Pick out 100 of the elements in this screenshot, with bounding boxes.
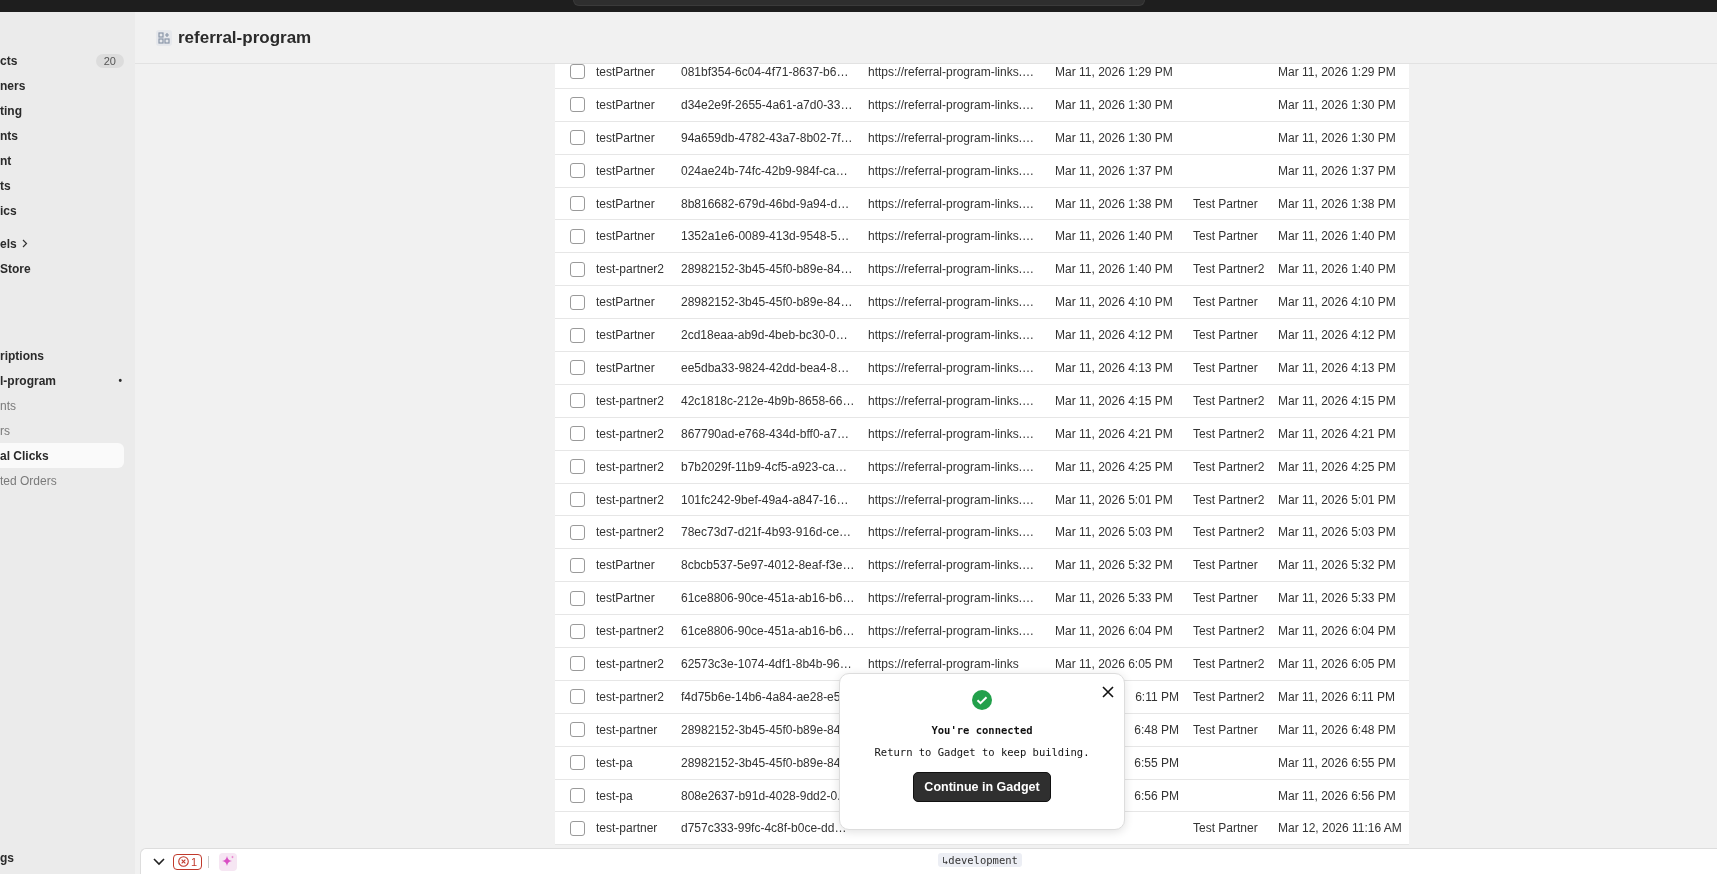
table-cell: 867790ad-e768-434d-bff0-a7… bbox=[681, 426, 849, 441]
table-cell: Test Partner2 bbox=[1193, 525, 1265, 540]
table-cell: testPartner bbox=[596, 196, 655, 211]
table-cell: Test Partner2 bbox=[1193, 624, 1265, 639]
table-cell: https://referral-program-links.… bbox=[868, 262, 1035, 277]
checkbox[interactable] bbox=[570, 64, 585, 80]
table-cell: d757c333-99fc-4c8f-b0ce-dd… bbox=[681, 821, 847, 836]
checkbox[interactable] bbox=[570, 492, 585, 507]
dialog-message: Return to Gadget to keep building. bbox=[874, 746, 1090, 758]
table-cell: Test Partner2 bbox=[1193, 262, 1265, 277]
sidebar-item[interactable]: nt bbox=[0, 148, 135, 173]
sidebar-item[interactable]: ting bbox=[0, 98, 135, 123]
checkbox[interactable] bbox=[570, 360, 585, 376]
table-cell: https://referral-program-links.… bbox=[868, 525, 1035, 540]
table-cell: Test Partner2 bbox=[1193, 393, 1265, 408]
table-cell: Mar 11, 2026 5:03 PM bbox=[1278, 525, 1396, 540]
close-icon[interactable] bbox=[1102, 686, 1114, 698]
table-cell: 28982152-3b45-45f0-b89e-84… bbox=[681, 262, 853, 277]
table-cell: Mar 11, 2026 1:30 PM bbox=[1278, 130, 1396, 145]
table-cell: Mar 11, 2026 1:30 PM bbox=[1055, 97, 1173, 112]
checkbox[interactable] bbox=[570, 459, 585, 475]
table-cell: Mar 11, 2026 4:25 PM bbox=[1278, 459, 1396, 474]
error-count-badge[interactable]: 1 bbox=[173, 853, 203, 870]
sidebar-item[interactable]: riptions bbox=[0, 343, 135, 368]
table-cell: 28982152-3b45-45f0-b89e-84 bbox=[681, 722, 841, 737]
table-cell: test-partner bbox=[596, 821, 658, 836]
sidebar-item[interactable]: l-program • bbox=[0, 368, 135, 393]
chevron-down-icon[interactable] bbox=[151, 855, 167, 868]
sidebar-item[interactable]: ts bbox=[0, 173, 135, 198]
table-cell: https://referral-program-links.… bbox=[868, 328, 1035, 343]
table-cell: https://referral-program-links.… bbox=[868, 295, 1035, 310]
table-cell: https://referral-program-links.… bbox=[868, 591, 1035, 606]
checkbox[interactable] bbox=[570, 426, 585, 442]
sparkle-icon[interactable] bbox=[219, 852, 238, 871]
checkbox[interactable] bbox=[570, 261, 585, 277]
model-icon bbox=[156, 29, 172, 46]
table-cell: Test Partner bbox=[1193, 360, 1258, 375]
sidebar-item[interactable]: nts bbox=[0, 123, 135, 148]
table-cell: https://referral-program-links.… bbox=[868, 196, 1035, 211]
table-cell: Mar 11, 2026 6:48 PM bbox=[1278, 722, 1396, 737]
checkbox[interactable] bbox=[570, 590, 585, 606]
checkbox[interactable] bbox=[570, 393, 585, 409]
sidebar-item[interactable]: ted Orders bbox=[0, 468, 135, 493]
checkbox[interactable] bbox=[570, 656, 585, 672]
table-cell: 61ce8806-90ce-451a-ab16-b6… bbox=[681, 591, 855, 606]
table-cell: test-partner2 bbox=[596, 393, 665, 408]
checkbox[interactable] bbox=[570, 228, 585, 244]
checkbox[interactable] bbox=[570, 689, 585, 705]
table-cell: 28982152-3b45-45f0-b89e-84 bbox=[681, 755, 841, 770]
sidebar-item[interactable]: Store bbox=[0, 256, 135, 281]
checkbox[interactable] bbox=[570, 557, 585, 573]
table-cell: test-partner2 bbox=[596, 426, 665, 441]
sidebar-item[interactable]: ics bbox=[0, 198, 135, 223]
checkbox[interactable] bbox=[570, 163, 585, 179]
sidebar-item[interactable]: els bbox=[0, 231, 135, 256]
table-cell: d34e2e9f-2655-4a61-a7d0-33… bbox=[681, 97, 853, 112]
table-cell: Test Partner2 bbox=[1193, 459, 1265, 474]
table-cell: Mar 11, 2026 1:29 PM bbox=[1055, 64, 1173, 79]
table-cell: Test Partner bbox=[1193, 722, 1258, 737]
table-cell: Mar 11, 2026 4:12 PM bbox=[1055, 328, 1173, 343]
sidebar-item[interactable]: gs bbox=[0, 845, 135, 870]
sidebar-item[interactable]: nts bbox=[0, 393, 135, 418]
checkbox[interactable] bbox=[570, 788, 585, 804]
table-cell: 94a659db-4782-43a7-8b02-7f… bbox=[681, 130, 853, 145]
checkbox[interactable] bbox=[570, 820, 585, 836]
dialog-title: You're connected bbox=[931, 724, 1033, 736]
checkbox[interactable] bbox=[570, 130, 585, 146]
table-cell: 8b816682-679d-46bd-9a94-d… bbox=[681, 196, 850, 211]
checkbox[interactable] bbox=[570, 97, 585, 113]
table-cell: Test Partner2 bbox=[1193, 656, 1265, 671]
unsaved-dot: • bbox=[118, 375, 122, 386]
checkbox[interactable] bbox=[570, 722, 585, 738]
table-cell: Test Partner bbox=[1193, 328, 1258, 343]
sidebar-item[interactable]: al Clicks bbox=[0, 443, 124, 468]
sidebar-item[interactable]: rs bbox=[0, 418, 135, 443]
checkbox[interactable] bbox=[570, 327, 585, 343]
table-cell: 62573c3e-1074-4df1-8b4b-96… bbox=[681, 656, 852, 671]
table-cell: 6:55 PM bbox=[1134, 755, 1179, 770]
table-cell: test-partner2 bbox=[596, 656, 665, 671]
checkbox[interactable] bbox=[570, 196, 585, 211]
page-title: referral-program bbox=[178, 27, 312, 48]
table-cell: Mar 11, 2026 1:30 PM bbox=[1055, 130, 1173, 145]
sidebar-item[interactable]: cts 20 bbox=[0, 48, 135, 73]
table-cell: https://referral-program-links.… bbox=[868, 393, 1035, 408]
table-cell: Mar 11, 2026 4:12 PM bbox=[1278, 328, 1396, 343]
table-cell: Mar 11, 2026 6:05 PM bbox=[1278, 656, 1396, 671]
table-cell: https://referral-program-links.… bbox=[868, 426, 1035, 441]
sidebar-item[interactable]: ners bbox=[0, 73, 135, 98]
checkbox[interactable] bbox=[570, 294, 585, 310]
table-cell: 42c1818c-212e-4b9b-8658-66… bbox=[681, 393, 855, 408]
checkbox[interactable] bbox=[570, 524, 585, 540]
table-cell: Test Partner2 bbox=[1193, 689, 1265, 704]
table-cell: Mar 11, 2026 1:30 PM bbox=[1278, 97, 1396, 112]
continue-button[interactable]: Continue in Gadget bbox=[913, 772, 1051, 802]
table-cell: Mar 11, 2026 5:33 PM bbox=[1055, 591, 1173, 606]
checkbox[interactable] bbox=[570, 755, 585, 771]
checkbox[interactable] bbox=[570, 623, 585, 639]
table-cell: testPartner bbox=[596, 130, 655, 145]
table-cell: 8cbcb537-5e97-4012-8eaf-f3e… bbox=[681, 558, 855, 573]
chevron-right-icon[interactable] bbox=[21, 239, 28, 248]
